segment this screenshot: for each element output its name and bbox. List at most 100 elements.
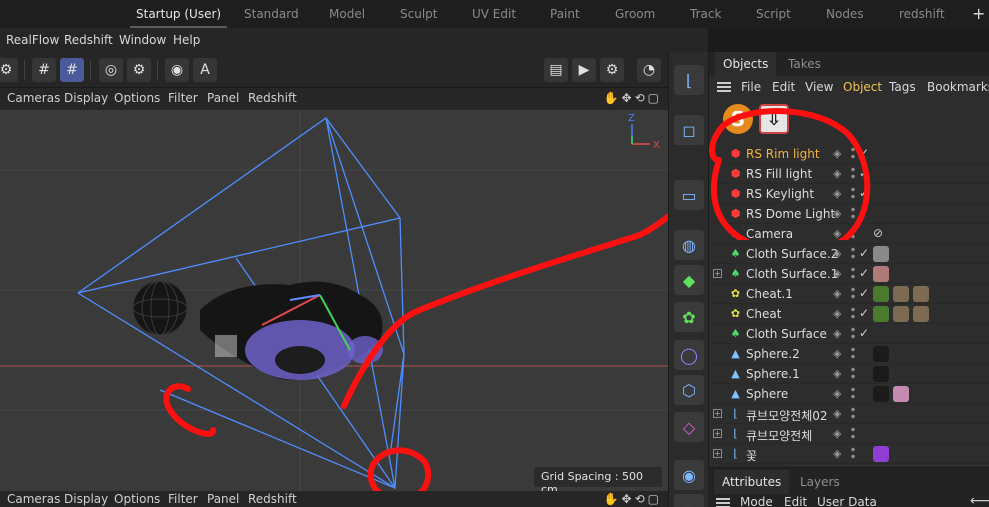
- viewport-menu-redshift[interactable]: Redshift: [248, 91, 297, 105]
- redshift-renderview-icon[interactable]: ◔: [637, 58, 661, 82]
- expand-toggle-icon[interactable]: +: [713, 269, 722, 278]
- object-name[interactable]: 꽃: [746, 447, 757, 464]
- object-row[interactable]: ▲ Sphere.2 ◈: [709, 344, 989, 364]
- visibility-dots-icon[interactable]: [851, 306, 855, 321]
- viewport-menu-cameras[interactable]: Cameras: [7, 91, 60, 105]
- globe-icon[interactable]: ◉: [674, 460, 704, 490]
- hamburger-menu-icon[interactable]: [717, 82, 731, 92]
- add-layout-icon[interactable]: +: [972, 4, 985, 23]
- viewport2-menu-redshift[interactable]: Redshift: [248, 492, 297, 506]
- material-tag-icon[interactable]: [913, 306, 929, 322]
- layout-tab-uv-edit[interactable]: UV Edit: [472, 7, 516, 21]
- render-region-icon[interactable]: ◎: [99, 58, 123, 82]
- layer-icon[interactable]: ◈: [833, 367, 841, 380]
- coordinate-system-icon[interactable]: ⌊: [674, 65, 704, 95]
- object-row[interactable]: ♠ Cloth Surface.2 ◈ ✓: [709, 244, 989, 264]
- menu-help[interactable]: Help: [173, 33, 200, 47]
- shader-icon[interactable]: A: [193, 58, 217, 82]
- enabled-check-icon[interactable]: ✓: [859, 246, 869, 260]
- om-menu-tags[interactable]: Tags: [889, 80, 916, 94]
- viewport-menu-display[interactable]: Display: [64, 91, 108, 105]
- layout-tab-paint[interactable]: Paint: [550, 7, 580, 21]
- object-row[interactable]: ✿ Cheat.1 ◈ ✓: [709, 284, 989, 304]
- tab-objects[interactable]: Objects: [715, 52, 777, 76]
- expand-toggle-icon[interactable]: +: [713, 449, 722, 458]
- om-menu-file[interactable]: File: [741, 80, 761, 94]
- render-view-icon[interactable]: ▤: [544, 58, 568, 82]
- enabled-check-icon[interactable]: ✓: [859, 306, 869, 320]
- viewport2-menu-cameras[interactable]: Cameras: [7, 492, 60, 506]
- back-arrow-icon[interactable]: ⟵: [970, 493, 989, 507]
- attr-menu-edit[interactable]: Edit: [784, 495, 807, 507]
- enabled-check-icon[interactable]: ✓: [859, 286, 869, 300]
- edit-render-settings-icon[interactable]: ⚙: [600, 58, 624, 82]
- om-menu-edit[interactable]: Edit: [772, 80, 795, 94]
- settings-gear-icon[interactable]: ⚙: [0, 58, 18, 82]
- viewport2-menu-filter[interactable]: Filter: [168, 492, 198, 506]
- material-tag-icon[interactable]: [873, 246, 889, 262]
- object-row[interactable]: + ⌊ 큐브모양전체02 ◈: [709, 404, 989, 424]
- layer-icon[interactable]: ◈: [833, 327, 841, 340]
- menu-window[interactable]: Window: [119, 33, 166, 47]
- viewport-nav-controls-icon[interactable]: ✋✥⟲▢: [604, 91, 662, 105]
- point-mode-icon[interactable]: ◍: [674, 230, 704, 260]
- attr-menu-user-data[interactable]: User Data: [817, 495, 877, 507]
- menu-realflow[interactable]: RealFlow: [6, 33, 59, 47]
- layer-icon[interactable]: ◈: [833, 347, 841, 360]
- material-tag-icon[interactable]: [873, 446, 889, 462]
- object-row[interactable]: + ⌊ 큐브모양전체 ◈: [709, 424, 989, 444]
- expand-toggle-icon[interactable]: +: [713, 429, 722, 438]
- attr-hamburger-icon[interactable]: [716, 498, 730, 507]
- layer-icon[interactable]: ◈: [833, 447, 841, 460]
- material-tag-icon[interactable]: [893, 286, 909, 302]
- viewport[interactable]: Z X Grid Spacing : 500 cm: [0, 110, 668, 491]
- object-name[interactable]: Sphere: [746, 387, 788, 401]
- layer-icon[interactable]: ◈: [833, 307, 841, 320]
- enabled-check-icon[interactable]: ✓: [859, 326, 869, 340]
- viewport2-menu-panel[interactable]: Panel: [207, 492, 239, 506]
- object-name[interactable]: Sphere.2: [746, 347, 800, 361]
- object-name[interactable]: Cloth Surface: [746, 327, 827, 341]
- object-row[interactable]: ▲ Sphere.1 ◈: [709, 364, 989, 384]
- view-icon[interactable]: ◉: [165, 58, 189, 82]
- axis-mode-icon[interactable]: ⬡: [674, 375, 704, 405]
- material-tag-icon[interactable]: [873, 306, 889, 322]
- spline-icon[interactable]: ◯: [674, 340, 704, 370]
- layout-tab-standard[interactable]: Standard: [244, 7, 299, 21]
- object-name[interactable]: 큐브모양전체: [746, 427, 812, 444]
- om-menu-view[interactable]: View: [805, 80, 833, 94]
- layout-tab-redshift[interactable]: redshift: [899, 7, 945, 21]
- object-row[interactable]: ▲ Sphere ◈: [709, 384, 989, 404]
- object-mode-icon[interactable]: ▭: [674, 180, 704, 210]
- viewport-menu-filter[interactable]: Filter: [168, 91, 198, 105]
- material-tag-icon[interactable]: [873, 286, 889, 302]
- layer-icon[interactable]: ◈: [833, 407, 841, 420]
- enabled-check-icon[interactable]: ✓: [859, 266, 869, 280]
- om-menu-object[interactable]: Object: [843, 80, 882, 94]
- layout-tab-nodes[interactable]: Nodes: [826, 7, 864, 21]
- viewport2-menu-options[interactable]: Options: [114, 492, 160, 506]
- om-menu-bookmarks[interactable]: Bookmarks: [927, 80, 989, 94]
- more-icon[interactable]: ▪: [674, 494, 704, 507]
- visibility-dots-icon[interactable]: [851, 266, 855, 281]
- visibility-dots-icon[interactable]: [851, 406, 855, 421]
- layout-tab-track[interactable]: Track: [690, 7, 721, 21]
- viewport-menu-options[interactable]: Options: [114, 91, 160, 105]
- grid-snap-icon[interactable]: #: [32, 58, 56, 82]
- material-tag-icon[interactable]: [893, 386, 909, 402]
- visibility-dots-icon[interactable]: [851, 346, 855, 361]
- model-mode-icon[interactable]: ◻: [674, 115, 704, 145]
- object-name[interactable]: Cloth Surface.2: [746, 247, 838, 261]
- deformer-icon[interactable]: ◇: [674, 412, 704, 442]
- object-row[interactable]: ✿ Cheat ◈ ✓: [709, 304, 989, 324]
- tab-layers[interactable]: Layers: [792, 470, 848, 494]
- attr-menu-mode[interactable]: Mode: [740, 495, 773, 507]
- material-tag-icon[interactable]: [873, 386, 889, 402]
- visibility-dots-icon[interactable]: [851, 446, 855, 461]
- material-tag-icon[interactable]: [893, 306, 909, 322]
- layout-tab-startup[interactable]: Startup (User): [129, 7, 228, 28]
- tab-attributes[interactable]: Attributes: [714, 470, 790, 494]
- layer-icon[interactable]: ◈: [833, 247, 841, 260]
- object-name[interactable]: Cheat: [746, 307, 781, 321]
- uv-mode-icon[interactable]: ✿: [674, 302, 704, 332]
